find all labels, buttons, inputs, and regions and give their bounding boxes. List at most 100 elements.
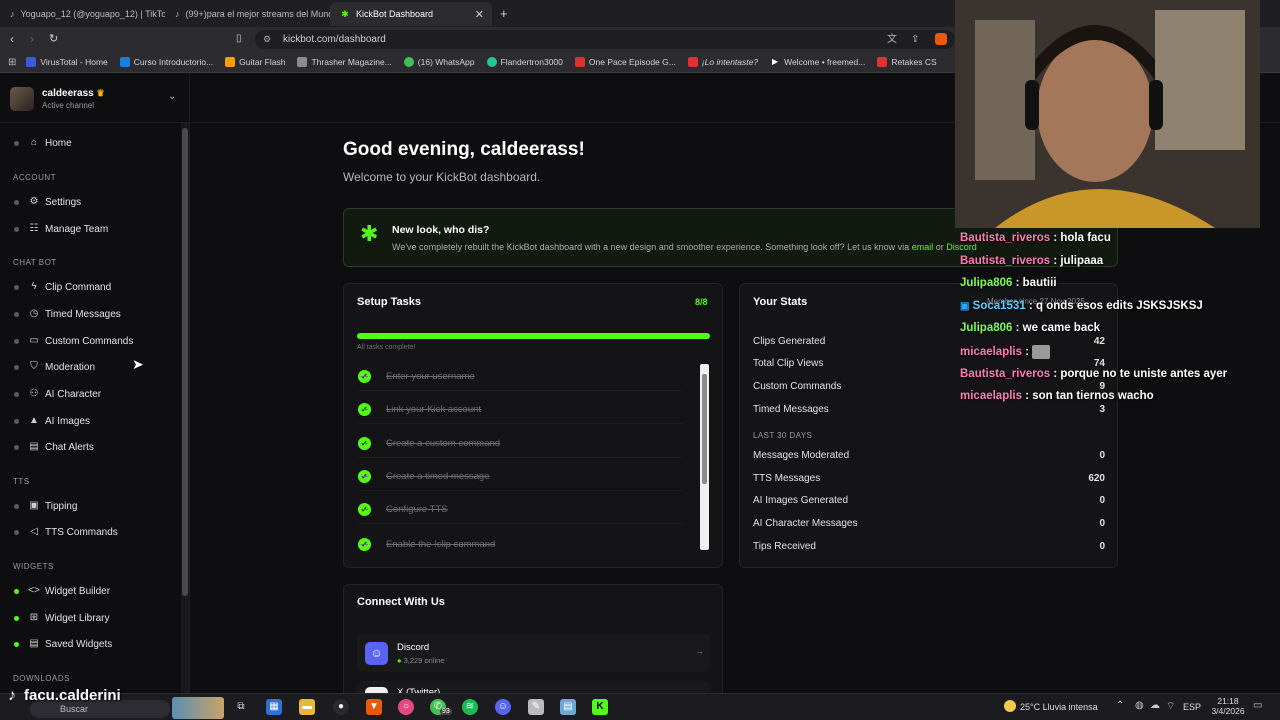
- channel-switcher[interactable]: caldeerass ♛ Active channel ⌄: [0, 73, 190, 123]
- back-icon[interactable]: ‹: [10, 32, 14, 46]
- task-item[interactable]: ✓ Create a timed message: [358, 463, 683, 491]
- taskview-icon[interactable]: ⧉: [233, 699, 249, 715]
- bookmark[interactable]: Thrasher Magazine...: [297, 57, 392, 67]
- bookmark[interactable]: ▶ Welcome • freemed...: [770, 57, 865, 67]
- chat-message: Julipa806 : bautiii: [960, 277, 1057, 289]
- bookmark[interactable]: ¡Lo intentaste?: [687, 57, 758, 67]
- section-title: ACCOUNT: [13, 173, 57, 182]
- task-scrollbar[interactable]: [700, 364, 709, 550]
- character-icon: ⚇: [29, 388, 39, 399]
- stats-period: LAST 30 DAYS: [753, 431, 813, 440]
- discord-icon: ☺: [365, 642, 388, 665]
- sidebar-item-settings[interactable]: ⚙ Settings: [14, 191, 81, 213]
- bookmark[interactable]: Curso Introductorio...: [119, 57, 213, 67]
- check-icon: ✓: [358, 370, 371, 383]
- progress-track: [357, 333, 710, 339]
- browser-tab[interactable]: ♪ (99+)para el mejor streams del Mundo: [165, 2, 330, 26]
- share-icon[interactable]: ⇪: [911, 30, 919, 49]
- task-item[interactable]: ✓ Enter your username: [358, 363, 683, 391]
- sidebar-item-widget-library[interactable]: ⊞ Widget Library: [14, 607, 109, 629]
- tray-icon[interactable]: ◍: [1135, 700, 1144, 711]
- notepad-icon[interactable]: ▤: [560, 699, 576, 715]
- chat-message: micaelaplis : son tan tiernos wacho: [960, 390, 1154, 402]
- language-indicator[interactable]: ESP: [1183, 702, 1201, 712]
- check-icon: ✓: [358, 503, 371, 516]
- close-tab-icon[interactable]: ✕: [475, 8, 484, 21]
- translate-icon[interactable]: 文: [887, 30, 897, 49]
- kick-icon[interactable]: K: [592, 699, 608, 715]
- obs-icon[interactable]: ●: [333, 699, 349, 715]
- connect-card: Connect With Us ☺ Discord ● 3,229 online…: [343, 584, 723, 719]
- url-input[interactable]: ⚙ kickbot.com/dashboard 文 ⇪: [255, 30, 955, 49]
- weather-widget-image[interactable]: [172, 697, 224, 719]
- app-icon[interactable]: ✎: [528, 699, 544, 715]
- sidebar-item-chat-alerts[interactable]: ▤ Chat Alerts: [14, 436, 94, 458]
- chat-message: Bautista_riveros : julipaaa: [960, 255, 1104, 267]
- sidebar-item-custom-commands[interactable]: ▭ Custom Commands: [14, 330, 133, 352]
- weather-text[interactable]: 25°C Lluvia intensa: [1020, 702, 1098, 712]
- spotify-icon[interactable]: ≋: [462, 699, 478, 715]
- sidebar-item-ai-images[interactable]: ▲ AI Images: [14, 410, 90, 432]
- clock[interactable]: 21:18 3/4/2026: [1210, 696, 1246, 716]
- discord-icon[interactable]: ☺: [495, 699, 511, 715]
- bookmark[interactable]: Flandertron3000: [486, 57, 563, 67]
- chevron-up-icon[interactable]: ⌃: [1116, 700, 1124, 711]
- bookmark[interactable]: (16) WhatsApp: [403, 57, 475, 67]
- tiktok-icon: ♪: [10, 9, 15, 19]
- chat-message: Bautista_riveros : hola facu: [960, 232, 1111, 244]
- notification-icon[interactable]: ▭: [1253, 700, 1262, 711]
- message-icon: ▭: [29, 335, 39, 346]
- save-icon: ▤: [29, 638, 39, 649]
- bookmark[interactable]: Retakes CS: [877, 57, 937, 67]
- sidebar-item-tts-commands[interactable]: ◁ TTS Commands: [14, 521, 118, 543]
- discord-link-row[interactable]: ☺ Discord ● 3,229 online →: [357, 634, 710, 672]
- chat-message: Bautista_riveros : porque no te uniste a…: [960, 368, 1228, 380]
- sidebar-item-tipping[interactable]: ▣ Tipping: [14, 495, 77, 517]
- sidebar-item-saved-widgets[interactable]: ▤ Saved Widgets: [14, 633, 112, 655]
- sidebar-item-manage-team[interactable]: ☷ Manage Team: [14, 218, 108, 240]
- sidebar-item-widget-builder[interactable]: <> Widget Builder: [14, 580, 110, 602]
- check-icon: ✓: [358, 437, 371, 450]
- section-title: CHAT BOT: [13, 258, 57, 267]
- emote-icon: [1032, 345, 1051, 359]
- channel-status: Active channel: [42, 101, 95, 110]
- chat-message: Julipa806 : we came back: [960, 322, 1101, 334]
- tiktok-icon: ♪: [175, 9, 180, 19]
- bookmark-icon[interactable]: ▯: [236, 33, 242, 44]
- task-item[interactable]: ✓ Create a custom command: [358, 430, 683, 458]
- brave-shield-icon[interactable]: [935, 33, 947, 45]
- task-item[interactable]: ✓ Link your Kick account: [358, 396, 683, 424]
- sidebar-scroll-thumb[interactable]: [182, 128, 188, 596]
- sidebar-item-ai-character[interactable]: ⚇ AI Character: [14, 383, 101, 405]
- sidebar-item-clip-command[interactable]: ϟ Clip Command: [14, 276, 111, 298]
- store-icon[interactable]: ▦: [266, 699, 282, 715]
- bookmark[interactable]: Guitar Flash: [225, 57, 285, 67]
- task-item[interactable]: ✓ Enable the !clip command: [358, 530, 683, 558]
- chevron-down-icon[interactable]: ⌄: [168, 91, 176, 102]
- kickbot-logo-icon: ✱: [360, 221, 379, 246]
- app-icon[interactable]: ○: [398, 699, 414, 715]
- email-link[interactable]: email: [912, 242, 934, 252]
- site-info-icon[interactable]: ⚙: [263, 30, 271, 49]
- reload-icon[interactable]: ↻: [49, 32, 58, 45]
- bookmark[interactable]: One Pace Episode G...: [574, 57, 676, 67]
- stat-row: AI Images Generated 0: [753, 495, 1105, 506]
- tiktok-watermark: ♪ facu.calderini: [8, 686, 121, 705]
- browser-tab-active[interactable]: ✱ KickBot Dashboard ✕: [330, 2, 492, 26]
- weather-icon: [1004, 700, 1016, 712]
- sidebar-item-home[interactable]: ⌂ Home: [14, 132, 72, 154]
- forward-icon[interactable]: ›: [30, 32, 34, 46]
- wifi-icon[interactable]: ⌔: [1166, 700, 1175, 713]
- sidebar-item-timed-messages[interactable]: ◷ Timed Messages: [14, 303, 121, 325]
- folder-icon[interactable]: ▬: [299, 699, 315, 715]
- apps-grid-icon[interactable]: ⊞: [8, 57, 16, 68]
- team-icon: ☷: [29, 223, 39, 234]
- sidebar-item-moderation[interactable]: ⛉ Moderation: [14, 356, 95, 378]
- onedrive-icon[interactable]: ☁: [1150, 700, 1160, 711]
- bookmark[interactable]: VirusTotal - Home: [26, 57, 108, 67]
- task-item[interactable]: ✓ Configure TTS: [358, 496, 683, 524]
- brave-icon[interactable]: ▼: [366, 699, 382, 715]
- image-icon: ▲: [29, 415, 39, 426]
- browser-tab[interactable]: ♪ Yoguapo_12 (@yoguapo_12) | TikTok: [0, 2, 165, 26]
- new-tab-icon[interactable]: +: [500, 6, 508, 21]
